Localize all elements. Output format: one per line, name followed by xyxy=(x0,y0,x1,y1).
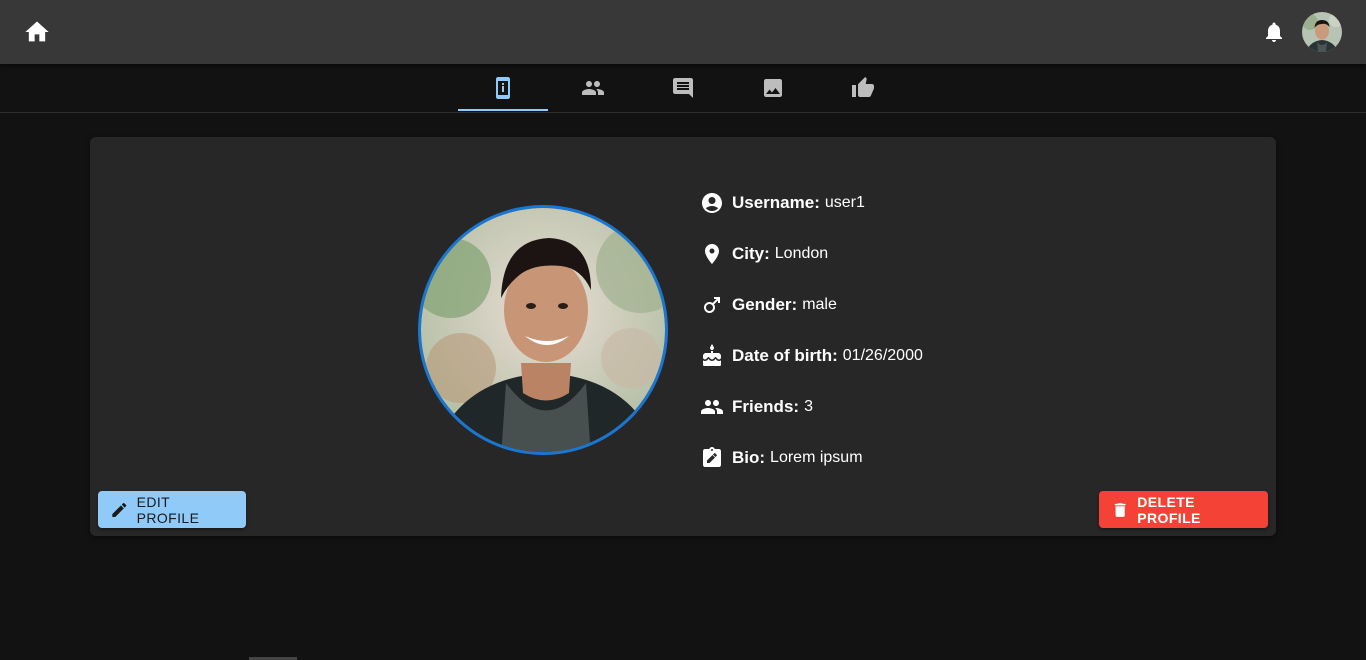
people-icon xyxy=(582,81,604,95)
friends-label: Friends: xyxy=(732,397,800,416)
account-circle-icon xyxy=(702,193,722,213)
birthdate-label: Date of birth: xyxy=(732,346,838,365)
user-avatar[interactable] xyxy=(1302,12,1342,52)
gender-value: male xyxy=(802,296,837,313)
username-value: user1 xyxy=(824,194,865,211)
bio-row: Bio: Lorem ipsum xyxy=(700,446,863,470)
edit-profile-button[interactable]: EDIT PROFILE xyxy=(98,491,246,528)
bio-value: Lorem ipsum xyxy=(770,449,863,466)
friends-value: 3 xyxy=(804,398,813,415)
male-icon xyxy=(704,297,720,313)
profile-tabs xyxy=(0,64,1366,113)
friends-row: Friends: 3 xyxy=(700,395,813,419)
city-value: London xyxy=(774,245,829,262)
trash-icon xyxy=(1114,502,1126,517)
username-label: Username: xyxy=(732,193,820,212)
pencil-icon xyxy=(112,502,127,517)
location-pin-icon xyxy=(705,244,719,264)
username-row: Username: user1 xyxy=(700,191,865,215)
gender-label: Gender: xyxy=(732,295,798,314)
birthdate-value: 01/26/2000 xyxy=(842,347,923,364)
city-row: City: London xyxy=(700,242,828,266)
gender-row: Gender: male xyxy=(700,293,837,317)
home-icon[interactable] xyxy=(22,18,52,46)
bell-icon[interactable] xyxy=(1262,20,1286,44)
app-bar xyxy=(0,0,1366,64)
birthdate-row: Date of birth: 01/26/2000 xyxy=(700,344,923,368)
people-icon xyxy=(701,400,723,414)
bio-label: Bio: xyxy=(732,448,766,467)
tab-likes[interactable] xyxy=(818,64,908,112)
tab-info[interactable] xyxy=(458,64,548,112)
tab-photos[interactable] xyxy=(728,64,818,112)
city-label: City: xyxy=(732,244,770,263)
thumb-up-icon xyxy=(852,77,874,97)
active-tab-indicator xyxy=(458,109,548,111)
profile-photo xyxy=(418,205,668,455)
assignment-edit-icon xyxy=(703,447,721,467)
comment-icon xyxy=(673,78,693,98)
profile-card: Username: user1 City: London Gender: mal… xyxy=(90,137,1276,536)
tab-friends[interactable] xyxy=(548,64,638,112)
cake-icon xyxy=(703,344,721,366)
image-icon xyxy=(764,79,782,97)
info-phone-icon xyxy=(496,77,510,99)
tab-comments[interactable] xyxy=(638,64,728,112)
delete-profile-button[interactable]: DELETE PROFILE xyxy=(1099,491,1268,528)
delete-profile-label: DELETE PROFILE xyxy=(1137,493,1201,526)
edit-profile-label: EDIT PROFILE xyxy=(136,493,200,526)
